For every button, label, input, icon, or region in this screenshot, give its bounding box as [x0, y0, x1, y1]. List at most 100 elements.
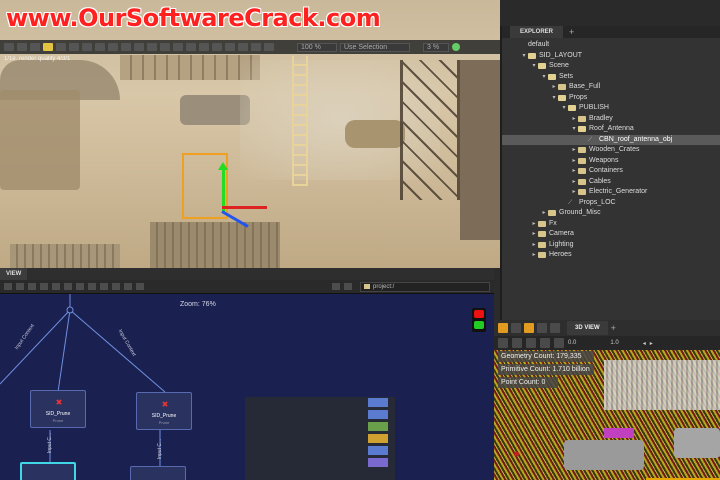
tree-item[interactable]: ▸ Cables: [502, 177, 720, 188]
color-swatch[interactable]: [368, 398, 388, 407]
viewport-tool-icon[interactable]: [95, 43, 105, 51]
eye-icon[interactable]: [526, 338, 536, 348]
graph-tool-icon[interactable]: [28, 283, 36, 290]
highlight-tool-icon[interactable]: [43, 43, 53, 51]
graph-node[interactable]: ✖ SID_Prune Prune: [136, 392, 192, 430]
viewport-tool-icon[interactable]: [225, 43, 235, 51]
graph-tool-icon[interactable]: [16, 283, 24, 290]
graph-node[interactable]: [130, 466, 186, 480]
viewport-tool-icon[interactable]: [17, 43, 27, 51]
color-swatch[interactable]: [368, 434, 388, 443]
color-swatch[interactable]: [368, 410, 388, 419]
chevron-down-icon[interactable]: ▾: [520, 51, 528, 62]
tree-item[interactable]: ▸ Weapons: [502, 156, 720, 167]
graph-port[interactable]: [66, 306, 74, 314]
viewport-tool-icon[interactable]: [173, 43, 183, 51]
chevron-right-icon[interactable]: ▸: [550, 82, 558, 93]
lock-icon[interactable]: [498, 323, 508, 333]
chevron-down-icon[interactable]: ▾: [540, 72, 548, 83]
color-swatch[interactable]: [368, 446, 388, 455]
shading-icon[interactable]: [512, 338, 522, 348]
value-field[interactable]: 3 %: [423, 42, 449, 52]
add-tab-button[interactable]: +: [569, 26, 574, 38]
grid-icon[interactable]: [537, 323, 547, 333]
tree-item[interactable]: ⟋ CBN_roof_antenna_obj: [502, 134, 720, 145]
graph-node-selected[interactable]: [20, 462, 76, 480]
viewport-tool-icon[interactable]: [212, 43, 222, 51]
graph-tool-icon[interactable]: [124, 283, 132, 290]
graph-tool-icon[interactable]: [40, 283, 48, 290]
viewport-tool-icon[interactable]: [56, 43, 66, 51]
chevron-right-icon[interactable]: ▸: [530, 219, 538, 230]
chevron-right-icon[interactable]: ▸: [570, 114, 578, 125]
tree-item[interactable]: ▸ Containers: [502, 166, 720, 177]
chevron-right-icon[interactable]: ▸: [570, 166, 578, 177]
tab-view[interactable]: VIEW: [0, 268, 28, 280]
chevron-right-icon[interactable]: ▸: [570, 177, 578, 188]
viewport-tool-icon[interactable]: [238, 43, 248, 51]
color-swatch[interactable]: [368, 458, 388, 467]
value-field[interactable]: 0.0: [568, 340, 576, 346]
tree-item[interactable]: ▾ Scene: [502, 61, 720, 72]
tree-item[interactable]: ▾ PUBLISH: [502, 103, 720, 114]
graph-tool-icon[interactable]: [76, 283, 84, 290]
viewport-tool-icon[interactable]: [82, 43, 92, 51]
graph-tool-icon[interactable]: [88, 283, 96, 290]
tree-item[interactable]: ▸ Base_Full: [502, 82, 720, 93]
viewport-tool-icon[interactable]: [69, 43, 79, 51]
graph-tool-icon[interactable]: [332, 283, 340, 290]
tree-item[interactable]: ▸ Lighting: [502, 240, 720, 251]
viewport-tool-icon[interactable]: [30, 43, 40, 51]
chevron-right-icon[interactable]: ▸: [530, 240, 538, 251]
viewport-tool-icon[interactable]: [199, 43, 209, 51]
color-swatch[interactable]: [368, 422, 388, 431]
tree-item[interactable]: ▸ Wooden_Crates: [502, 145, 720, 156]
gizmo-x-axis[interactable]: [222, 206, 267, 209]
node-graph-panel[interactable]: VIEW project:/ Input Context Input Conte…: [0, 268, 494, 480]
monitor-icon[interactable]: [540, 338, 550, 348]
viewport-tool-icon[interactable]: [108, 43, 118, 51]
gizmo-y-arrowhead[interactable]: [218, 162, 228, 170]
add-tab-button[interactable]: +: [611, 323, 616, 333]
tree-item[interactable]: ▸ Ground_Misc: [502, 208, 720, 219]
chevron-right-icon[interactable]: ▸: [650, 340, 653, 347]
viewport-tool-icon[interactable]: [264, 43, 274, 51]
viewport-tool-icon[interactable]: [4, 43, 14, 51]
tree-item[interactable]: ⟋ Props_LOC: [502, 198, 720, 209]
tree-item[interactable]: ▸ Fx: [502, 219, 720, 230]
viewport-tool-icon[interactable]: [147, 43, 157, 51]
chevron-right-icon[interactable]: ▸: [530, 250, 538, 261]
play-icon[interactable]: [524, 323, 534, 333]
viewport-tool-icon[interactable]: [186, 43, 196, 51]
graph-tool-icon[interactable]: [64, 283, 72, 290]
tree-item[interactable]: ▸ Heroes: [502, 250, 720, 261]
graph-node[interactable]: ✖ SID_Prune Prune: [30, 390, 86, 428]
chevron-down-icon[interactable]: ▾: [550, 93, 558, 104]
tree-item[interactable]: ▾ Props: [502, 93, 720, 104]
value-field[interactable]: 1.0: [610, 340, 618, 346]
tree-item[interactable]: ▸ Electric_Generator: [502, 187, 720, 198]
tree-item[interactable]: ▾ SID_LAYOUT: [502, 51, 720, 62]
chevron-right-icon[interactable]: ▸: [570, 145, 578, 156]
viewport-tool-icon[interactable]: [251, 43, 261, 51]
selection-mode-dropdown[interactable]: Use Selection: [340, 42, 410, 52]
viewport-tool-icon[interactable]: [160, 43, 170, 51]
chevron-right-icon[interactable]: ▸: [540, 208, 548, 219]
viewport-tool-icon[interactable]: [134, 43, 144, 51]
chevron-right-icon[interactable]: ▸: [570, 156, 578, 167]
graph-tool-icon[interactable]: [4, 283, 12, 290]
tree-item[interactable]: ▸ Camera: [502, 229, 720, 240]
path-field[interactable]: project:/: [360, 281, 490, 292]
cube-icon[interactable]: [498, 338, 508, 348]
chevron-right-icon[interactable]: ▸: [570, 187, 578, 198]
graph-tool-icon[interactable]: [344, 283, 352, 290]
graph-tool-icon[interactable]: [52, 283, 60, 290]
tree-item[interactable]: default: [502, 40, 720, 51]
zoom-field[interactable]: 100 %: [297, 42, 337, 52]
light-icon[interactable]: [554, 338, 564, 348]
scene-viewport[interactable]: 100 % Use Selection 3 % 1/1e. render qua…: [0, 0, 500, 268]
chevron-down-icon[interactable]: ▾: [570, 124, 578, 135]
tree-item[interactable]: ▸ Bradley: [502, 114, 720, 125]
tree-item[interactable]: ▾ Roof_Antenna: [502, 124, 720, 135]
tab-3d-view[interactable]: 3D VIEW: [567, 321, 608, 335]
